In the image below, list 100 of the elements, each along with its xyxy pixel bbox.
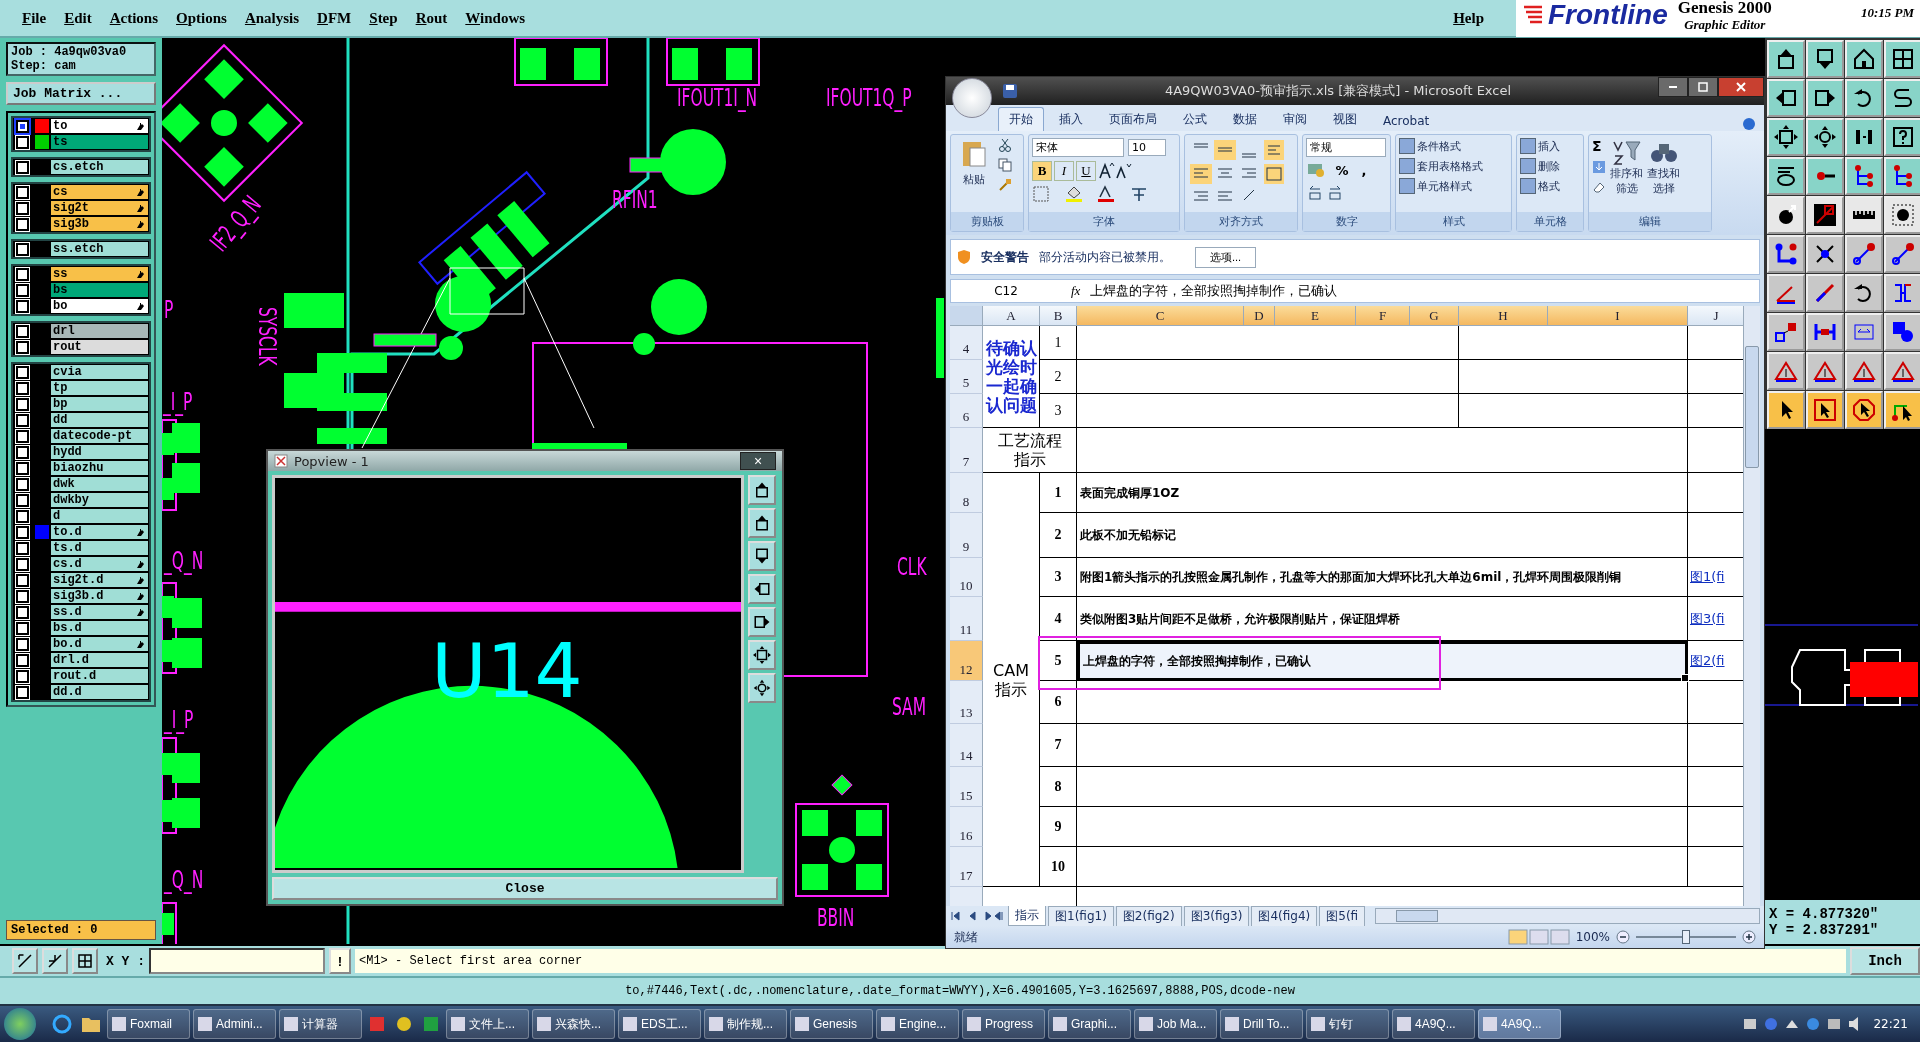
layer-name[interactable]: cs (51, 185, 148, 199)
row-header[interactable]: 16 (950, 807, 983, 847)
style-button[interactable]: 套用表格格式 (1417, 158, 1483, 174)
ribbon-tab[interactable]: 审阅 (1272, 107, 1318, 131)
layer-name[interactable]: dwk (51, 477, 148, 491)
menu-item[interactable]: DFM (317, 9, 352, 27)
row-header[interactable]: 6 (950, 394, 983, 428)
row-header[interactable]: 10 (950, 558, 983, 597)
layer-name[interactable]: ss.etch (51, 242, 148, 256)
sheet-link[interactable]: 图3(fi (1690, 609, 1725, 628)
execute-button[interactable]: ! (329, 948, 351, 974)
style-button[interactable]: 条件格式 (1417, 138, 1461, 154)
taskbar-button[interactable]: 4A9Q... (1478, 1009, 1561, 1039)
layer-name[interactable]: dwkby (51, 493, 148, 507)
style-button[interactable]: 单元格样式 (1417, 178, 1472, 194)
row-header[interactable]: 5 (950, 360, 983, 394)
units-dropdown[interactable]: Inch (1850, 947, 1920, 975)
layer-name[interactable]: sig3b.d (51, 589, 148, 603)
layer-name[interactable]: tp (51, 381, 148, 395)
column-header[interactable]: G (1410, 306, 1459, 326)
row-header[interactable]: 14 (950, 724, 983, 767)
layer-name[interactable]: rout.d (51, 669, 148, 683)
sheet-tab[interactable]: 图5(fi (1319, 905, 1366, 927)
layer-name[interactable]: to (51, 119, 148, 133)
layer-name[interactable]: drl.d (51, 653, 148, 667)
layer-name[interactable]: sig2t (51, 201, 148, 215)
taskbar-button[interactable]: Admini... (193, 1009, 276, 1039)
layer-name[interactable]: bo (51, 299, 148, 313)
row-header[interactable]: 15 (950, 767, 983, 807)
ribbon-tab[interactable]: 公式 (1172, 107, 1218, 131)
layer-name[interactable]: dd (51, 413, 148, 427)
sheet-tab[interactable]: 图4(fig4) (1251, 905, 1318, 927)
layer-name[interactable]: biaozhu (51, 461, 148, 475)
layer-name[interactable]: cs.etch (51, 160, 148, 174)
number-button[interactable]: , (1354, 162, 1374, 178)
formula-field[interactable]: 上焊盘的字符，全部按照掏掉制作，已确认 (1090, 282, 1338, 300)
help-menu[interactable]: Help (1453, 9, 1484, 27)
layer-name[interactable]: bp (51, 397, 148, 411)
layer-name[interactable]: to.d (51, 525, 148, 539)
row-header[interactable]: 11 (950, 597, 983, 641)
name-box[interactable]: C12 (951, 284, 1061, 298)
sort-filter-button[interactable]: 排序和 筛选 (1610, 166, 1643, 196)
number-format-dropdown[interactable]: 常规 (1306, 138, 1386, 157)
column-header[interactable]: E (1275, 306, 1356, 326)
taskbar-button[interactable]: Genesis (790, 1009, 873, 1039)
layer-name[interactable]: dd.d (51, 685, 148, 699)
sheet-tab[interactable]: 指示 (1008, 906, 1046, 926)
sheet-link[interactable]: 图1(fi (1690, 568, 1725, 586)
row-header[interactable]: 12 (950, 641, 983, 681)
sheet-tab[interactable]: 图3(fig3) (1183, 905, 1250, 927)
menu-item[interactable]: Windows (465, 9, 526, 27)
menu-item[interactable]: File (22, 9, 47, 27)
taskbar-button[interactable]: 制作规... (704, 1009, 787, 1039)
format-button[interactable]: B (1032, 161, 1052, 181)
taskbar-button[interactable]: Foxmail (107, 1009, 190, 1039)
row-header[interactable]: 17 (950, 847, 983, 887)
menu-item[interactable]: Options (176, 9, 227, 27)
column-header[interactable]: H (1459, 306, 1548, 326)
menu-item[interactable]: Actions (109, 9, 159, 27)
row-header[interactable]: 13 (950, 681, 983, 724)
sheet-tab[interactable]: 图1(fig1) (1048, 905, 1114, 927)
layer-name[interactable]: rout (51, 340, 148, 354)
row-header[interactable]: 9 (950, 513, 983, 558)
menu-item[interactable]: Analysis (244, 9, 300, 27)
layer-name[interactable]: ts.d (51, 541, 148, 555)
insert-function-button[interactable]: fx (1065, 283, 1087, 299)
ribbon-tab[interactable]: 开始 (998, 107, 1044, 131)
format-button[interactable]: U (1076, 161, 1096, 181)
row-header[interactable]: 4 (950, 326, 983, 360)
menu-item[interactable]: Rout (415, 9, 448, 27)
column-header[interactable]: D (1244, 306, 1275, 326)
options-button[interactable]: 选项... (1195, 246, 1257, 268)
menu-item[interactable]: Edit (64, 9, 92, 27)
taskbar-button[interactable]: 文件上... (446, 1009, 529, 1039)
taskbar-button[interactable]: Drill To... (1220, 1009, 1303, 1039)
paste-button[interactable]: 粘贴 (963, 172, 985, 187)
ribbon-tab[interactable]: 视图 (1322, 107, 1368, 131)
ribbon-tab[interactable]: 数据 (1222, 107, 1268, 131)
ribbon-tab[interactable]: 插入 (1048, 107, 1094, 131)
close-button[interactable]: Close (272, 877, 778, 900)
column-header[interactable]: J (1688, 306, 1743, 326)
sheet-link[interactable]: 图2(fi (1690, 651, 1725, 670)
column-header[interactable]: A (983, 306, 1040, 326)
ribbon-tab[interactable]: Acrobat (1372, 110, 1441, 131)
menu-item[interactable]: Step (369, 9, 398, 27)
layer-name[interactable]: bs.d (51, 621, 148, 635)
layer-name[interactable]: cvia (51, 365, 148, 379)
layer-name[interactable]: ts (51, 135, 148, 149)
ribbon-tab[interactable]: 页面布局 (1098, 107, 1168, 131)
row-header[interactable]: 7 (950, 428, 983, 473)
cells-button[interactable]: 格式 (1538, 178, 1560, 194)
taskbar-button[interactable]: 兴森快... (532, 1009, 615, 1039)
layer-name[interactable]: bs (51, 283, 148, 297)
taskbar-button[interactable]: 钉钉 (1306, 1009, 1389, 1039)
format-button[interactable]: I (1054, 161, 1074, 181)
taskbar-button[interactable]: Engine... (876, 1009, 959, 1039)
layer-name[interactable]: bo.d (51, 637, 148, 651)
find-select-button[interactable]: 查找和 选择 (1647, 166, 1680, 196)
taskbar-button[interactable]: 计算器 (279, 1009, 362, 1039)
layer-name[interactable]: cs.d (51, 557, 148, 571)
